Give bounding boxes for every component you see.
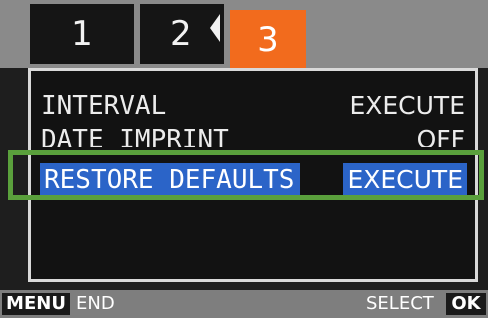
menu-item-interval[interactable]: INTERVAL EXECUTE	[41, 89, 465, 123]
arrow-left-icon	[210, 14, 220, 42]
menu-button[interactable]: MENU	[2, 293, 70, 315]
tab-1[interactable]: 1	[30, 4, 134, 64]
select-hint: SELECT	[366, 293, 434, 314]
menu-item-label: INTERVAL	[41, 91, 167, 121]
camera-menu-screen: 1 2 3 INTERVAL EXECUTE DATE IMPRINT OFF …	[0, 0, 488, 318]
menu-item-value: EXECUTE	[349, 91, 465, 120]
menu-item-date-imprint[interactable]: DATE IMPRINT OFF	[41, 123, 465, 147]
menu-item-label: DATE IMPRINT	[41, 125, 229, 147]
highlight-frame	[8, 150, 484, 200]
end-hint: END	[76, 293, 115, 314]
button-guide-bar: MENU END SELECT OK	[0, 290, 488, 318]
tab-bar-filler	[312, 4, 488, 64]
ok-button[interactable]: OK	[446, 293, 486, 315]
menu-item-value: OFF	[416, 125, 465, 147]
tab-3[interactable]: 3	[230, 10, 306, 66]
